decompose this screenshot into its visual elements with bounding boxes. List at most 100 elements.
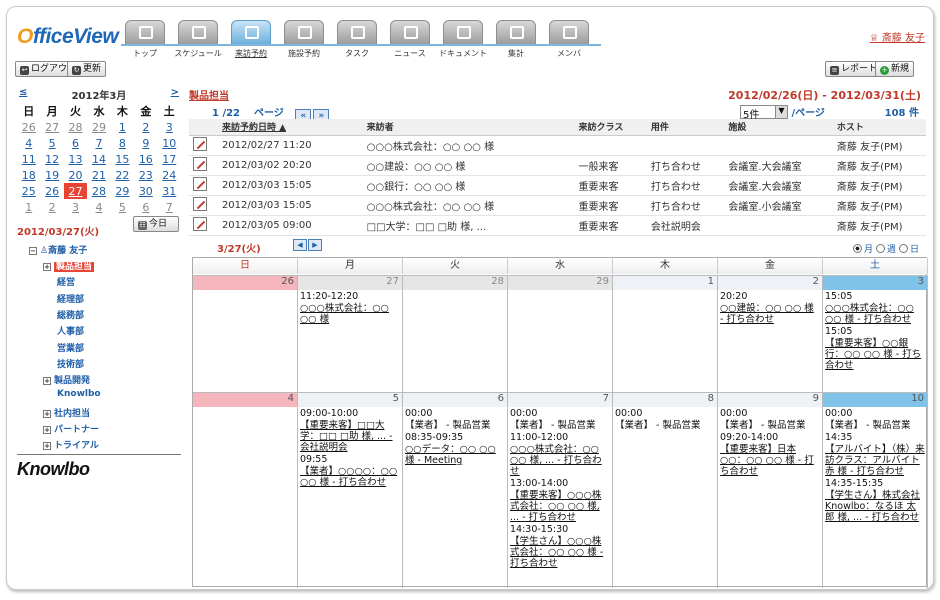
mini-calendar-day[interactable]: 16 bbox=[134, 151, 157, 167]
mini-calendar-day[interactable]: 10 bbox=[158, 135, 181, 151]
day-cell[interactable]: 1 bbox=[613, 275, 718, 392]
prev-period-icon[interactable]: ◀ bbox=[293, 239, 307, 251]
tree-item[interactable]: + 製品開発 bbox=[43, 373, 90, 386]
day-cell[interactable]: 10 00:00 【業者】 - 製品営業 14:35 【アルバイト】（株）来訪クラス：ア… bbox=[823, 392, 928, 588]
mini-calendar-day[interactable]: 4 bbox=[17, 135, 40, 151]
day-cell[interactable]: 26 bbox=[193, 275, 298, 392]
tree-item[interactable]: + パートナー bbox=[43, 422, 99, 435]
tree-item[interactable]: + 社内担当 bbox=[43, 406, 90, 419]
event-link[interactable]: 【アルバイト】（株）来訪クラス：アルバイト 赤 様 - 打ち合わせ bbox=[823, 443, 927, 477]
mini-calendar-day[interactable]: 2 bbox=[134, 119, 157, 135]
mini-calendar-day[interactable]: 19 bbox=[40, 167, 63, 183]
mini-calendar-day[interactable]: 2 bbox=[40, 199, 63, 215]
edit-icon[interactable] bbox=[193, 216, 207, 231]
view-radio[interactable] bbox=[875, 244, 885, 253]
tree-item[interactable]: 技術部 bbox=[57, 357, 84, 370]
view-radio[interactable] bbox=[852, 244, 862, 253]
mini-calendar-day[interactable]: 26 bbox=[40, 183, 63, 199]
expand-icon[interactable]: + bbox=[43, 409, 51, 418]
tab-2[interactable]: スケジュール bbox=[174, 20, 222, 64]
day-cell[interactable]: 5 09:00-10:00 【重要来客】□□大学：□□ □助 様, ... - 会社… bbox=[298, 392, 403, 588]
mini-calendar-day[interactable]: 13 bbox=[64, 151, 87, 167]
mini-calendar-day[interactable]: 5 bbox=[40, 135, 63, 151]
event-link[interactable]: ○○建設：○○ ○○ 様 - 打ち合わせ bbox=[718, 302, 822, 325]
mini-calendar-day[interactable]: 4 bbox=[87, 199, 110, 215]
event-link[interactable]: ○○データ：○○ ○○ 様 - Meeting bbox=[403, 443, 507, 466]
edit-icon[interactable] bbox=[193, 156, 207, 171]
tab-3[interactable]: 来訪予約 bbox=[227, 20, 275, 64]
edit-icon[interactable] bbox=[193, 136, 207, 151]
day-cell[interactable]: 29 bbox=[508, 275, 613, 392]
day-cell[interactable]: 8 00:00 【業者】 - 製品営業 bbox=[613, 392, 718, 588]
mini-calendar-day[interactable]: 12 bbox=[40, 151, 63, 167]
mini-calendar-day[interactable]: 11 bbox=[17, 151, 40, 167]
table-row[interactable]: 2012/03/03 15:05 ○○銀行：○○ ○○ 様重要来客 打ち合わせ 会議室… bbox=[189, 175, 926, 196]
day-cell[interactable]: 4 bbox=[193, 392, 298, 588]
table-row[interactable]: 2012/03/02 20:20 ○○建設：○○ ○○ 様一般来客 打ち合わせ 会議室… bbox=[189, 155, 926, 176]
mini-calendar-day[interactable]: 20 bbox=[64, 167, 87, 183]
edit-icon[interactable] bbox=[193, 196, 207, 211]
mini-calendar-day[interactable]: 5 bbox=[111, 199, 134, 215]
mini-calendar-day[interactable]: 23 bbox=[134, 167, 157, 183]
event-link[interactable]: 【重要来客】□□大学：□□ □助 様, ... - 会社説明会 bbox=[298, 419, 402, 453]
today-button[interactable]: ☷ 今日 bbox=[133, 216, 179, 232]
mini-calendar-day[interactable]: 6 bbox=[64, 135, 87, 151]
event-link[interactable]: 【重要来客】○○○株式会社：○○ ○○ 様, ... - 打ち合わせ bbox=[508, 489, 612, 523]
mini-calendar-day[interactable]: 18 bbox=[17, 167, 40, 183]
mini-calendar-day[interactable]: 31 bbox=[158, 183, 181, 199]
expand-icon[interactable]: + bbox=[43, 426, 51, 434]
mini-calendar-day[interactable]: 27 bbox=[40, 119, 63, 135]
view-radio[interactable] bbox=[898, 244, 908, 253]
mini-calendar-day[interactable]: 26 bbox=[17, 119, 40, 135]
tab-9[interactable]: メンバ bbox=[545, 20, 593, 64]
mini-calendar-day[interactable]: 6 bbox=[134, 199, 157, 215]
tree-item[interactable]: + トライアル bbox=[43, 438, 99, 451]
day-cell[interactable]: 27 11:20-12:20 ○○○株式会社：○○ ○○ 様 bbox=[298, 275, 403, 392]
day-cell[interactable]: 3 15:05 ○○○株式会社：○○ ○○ 様 - 打ち合わせ 15:05 【重要来客】… bbox=[823, 275, 928, 392]
event-link[interactable]: 【学生さん】○○○株式会社：○○ ○○ 様 - 打ち合わせ bbox=[508, 535, 612, 569]
tree-item[interactable]: 人事部 bbox=[57, 324, 84, 337]
mini-calendar-day[interactable]: 30 bbox=[134, 183, 157, 199]
day-cell[interactable]: 2 20:20 ○○建設：○○ ○○ 様 - 打ち合わせ bbox=[718, 275, 823, 392]
next-period-icon[interactable]: ▶ bbox=[308, 239, 322, 251]
mini-calendar-day[interactable]: 7 bbox=[158, 199, 181, 215]
mini-calendar-day[interactable]: 1 bbox=[17, 199, 40, 215]
mini-calendar-day[interactable]: 28 bbox=[64, 119, 87, 135]
mini-calendar-day[interactable]: 25 bbox=[17, 183, 40, 199]
mini-calendar-day[interactable]: 21 bbox=[87, 167, 110, 183]
tree-root[interactable]: − ♙斎藤 友子 bbox=[29, 243, 87, 256]
officeview-logo[interactable]: OfficeView bbox=[17, 25, 119, 49]
mini-calendar-day[interactable]: 28 bbox=[87, 183, 110, 199]
tree-item[interactable]: Knowlbo bbox=[57, 389, 101, 399]
expand-icon[interactable]: + bbox=[43, 442, 51, 451]
event-link[interactable]: ○○○株式会社：○○ ○○ 様, ... - 打ち合わせ bbox=[508, 443, 612, 477]
new-button[interactable]: + 新規 bbox=[875, 61, 915, 77]
table-row[interactable]: 2012/03/05 09:00 □□大学：□□ □助 様, ... 重要来客 会社説… bbox=[189, 215, 926, 236]
tab-4[interactable]: 施設予約 bbox=[280, 20, 328, 64]
event-link[interactable]: ○○○株式会社：○○ ○○ 様 - 打ち合わせ bbox=[823, 302, 927, 325]
mini-calendar-day[interactable]: 1 bbox=[111, 119, 134, 135]
event-link[interactable]: ○○○株式会社：○○ ○○ 様 bbox=[298, 302, 402, 325]
tab-8[interactable]: 集計 bbox=[492, 20, 540, 64]
per-page-select[interactable]: 5件 ▼ bbox=[740, 105, 788, 121]
next-month-link[interactable]: > bbox=[171, 87, 179, 98]
mini-calendar-day[interactable]: 3 bbox=[64, 199, 87, 215]
tab-5[interactable]: タスク bbox=[333, 20, 381, 64]
tree-item[interactable]: 経営 bbox=[57, 275, 75, 288]
tree-item[interactable]: 経理部 bbox=[57, 292, 84, 305]
report-button[interactable]: ≡ レポート bbox=[825, 61, 883, 77]
refresh-button[interactable]: ↻ 更新 bbox=[67, 61, 107, 77]
mini-calendar-day[interactable]: 9 bbox=[134, 135, 157, 151]
table-row[interactable]: 2012/02/27 11:20 ○○○株式会社：○○ ○○ 様 斎藤 友子(PM) bbox=[189, 135, 926, 156]
page-title[interactable]: 製品担当 bbox=[189, 87, 229, 102]
tab-6[interactable]: ニュース bbox=[386, 20, 434, 64]
event-link[interactable]: 【重要来客】○○銀行：○○ ○○ 様 - 打ち合わせ bbox=[823, 337, 927, 371]
expand-icon[interactable]: + bbox=[43, 263, 51, 271]
mini-calendar-day[interactable]: 3 bbox=[158, 119, 181, 135]
event-link[interactable]: 【重要来客】日本○○：○○ ○○ 様 - 打ち合わせ bbox=[718, 443, 822, 477]
tab-7[interactable]: ドキュメント bbox=[439, 20, 487, 64]
mini-calendar-day[interactable]: 24 bbox=[158, 167, 181, 183]
day-cell[interactable]: 6 00:00 【業者】 - 製品営業 08:35-09:35 ○○データ：○○ ○○ … bbox=[403, 392, 508, 588]
tree-item[interactable]: 営業部 bbox=[57, 341, 84, 354]
mini-calendar-day[interactable]: 8 bbox=[111, 135, 134, 151]
